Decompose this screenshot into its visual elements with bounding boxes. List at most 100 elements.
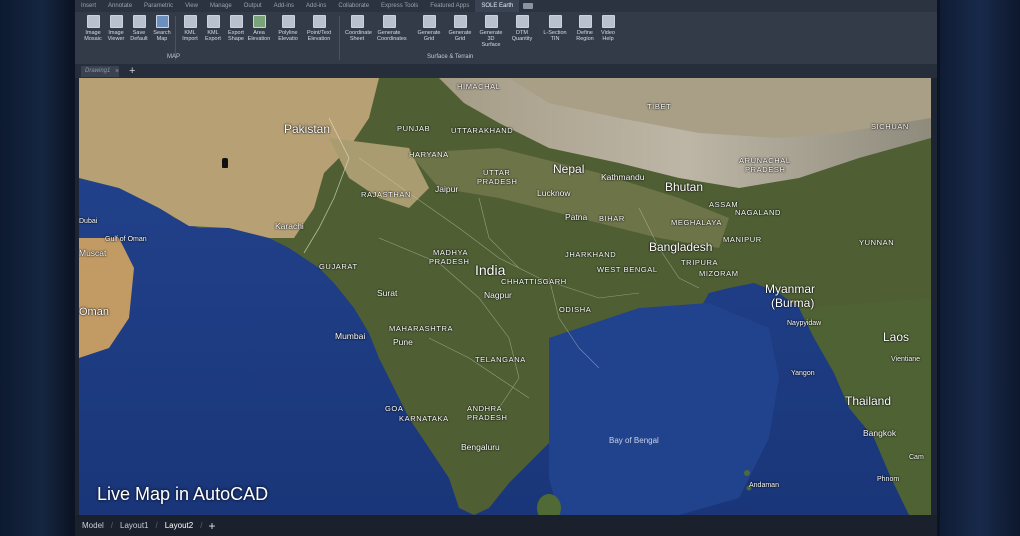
tool-label: Map [156, 36, 168, 42]
live-map-viewport[interactable]: Pakistan India Nepal Bhutan Bangladesh M… [79, 78, 931, 515]
generate-coordinates-button[interactable]: Generate Coordinates [377, 15, 407, 42]
define-region-button[interactable]: Define Region [573, 15, 597, 42]
tool-label: 3D Surface [481, 36, 501, 48]
generate-grid-2-button[interactable]: Generate Grid [448, 15, 472, 42]
kml-export-icon [206, 15, 220, 28]
tab-addins-2[interactable]: Add-ins [300, 0, 332, 12]
label-bihar: BIHAR [599, 214, 625, 223]
label-mizoram: MIZORAM [699, 269, 739, 278]
dtm-icon [515, 15, 529, 28]
label-rajasthan: RAJASTHAN [361, 190, 411, 199]
dtm-quantity-button[interactable]: DTM Quantity [510, 15, 534, 42]
ribbon-tab-bar: Insert Annotate Parametric View Manage O… [75, 0, 937, 12]
tool-label: Viewer [107, 36, 125, 42]
coordinate-sheet-button[interactable]: Coordinate Sheet [345, 15, 372, 42]
label-chhattisgarh: CHHATTISGARH [501, 277, 567, 286]
image-icon [109, 15, 123, 28]
polyline-icon [281, 15, 295, 28]
tab-parametric[interactable]: Parametric [138, 0, 179, 12]
search-map-button[interactable]: Search Map [150, 15, 174, 42]
close-icon[interactable]: × [115, 66, 119, 77]
point-icon [312, 15, 326, 28]
tab-collaborate[interactable]: Collaborate [332, 0, 375, 12]
label-bhutan: Bhutan [665, 180, 704, 194]
label-sichuan: SICHUAN [871, 122, 909, 131]
drawing-tab[interactable]: Drawing1 [81, 66, 119, 77]
surface-icon [484, 15, 498, 28]
video-caption: Live Map in AutoCAD [97, 484, 269, 504]
ribbon-separator [339, 16, 340, 60]
label-tripura: TRIPURA [681, 258, 719, 267]
label-patna: Patna [565, 212, 588, 222]
add-layout-button[interactable]: + [202, 519, 221, 533]
tab-addins-1[interactable]: Add-ins [268, 0, 300, 12]
new-drawing-button[interactable]: + [129, 64, 135, 78]
label-yunnan: YUNNAN [859, 238, 895, 247]
l-section-tin-button[interactable]: L-Section TIN [543, 15, 567, 42]
autocad-window: Insert Annotate Parametric View Manage O… [75, 0, 937, 536]
area-icon [252, 15, 266, 28]
label-karnataka: KARNATAKA [399, 414, 449, 423]
label-nepal: Nepal [553, 162, 585, 176]
label-burma: (Burma) [771, 296, 815, 310]
label-haryana: HARYANA [409, 150, 449, 159]
tab-output[interactable]: Output [238, 0, 268, 12]
tool-label: Grid [454, 36, 466, 42]
tab-layout1[interactable]: Layout1 [113, 521, 155, 530]
label-surat: Surat [377, 288, 398, 298]
label-andhra: ANDHRA [467, 404, 503, 413]
tab-manage[interactable]: Manage [204, 0, 238, 12]
tab-model[interactable]: Model [75, 521, 111, 530]
label-assam: ASSAM [709, 200, 739, 209]
surface-terrain-group-label: Surface & Terrain [427, 54, 474, 60]
tab-featured-apps[interactable]: Featured Apps [424, 0, 475, 12]
image-viewer-button[interactable]: Image Viewer [104, 15, 128, 42]
export-shape-button[interactable]: Export Shape [224, 15, 248, 42]
label-bengaluru: Bengaluru [461, 442, 500, 452]
tab-insert[interactable]: Insert [75, 0, 102, 12]
image-icon [86, 15, 100, 28]
area-elevation-button[interactable]: Area Elevation [247, 15, 271, 42]
save-default-button[interactable]: Save Default [127, 15, 151, 42]
video-help-button[interactable]: Video Help [596, 15, 620, 42]
label-goa: GOA [385, 404, 404, 413]
image-mosaic-button[interactable]: Image Mosaic [81, 15, 105, 42]
label-punjab: PUNJAB [397, 124, 431, 133]
label-madhya: MADHYA [433, 248, 469, 257]
label-vientiane: Vientiane [891, 356, 921, 363]
ribbon-options-icon[interactable] [523, 3, 534, 9]
label-myanmar: Myanmar [765, 282, 816, 296]
label-thailand: Thailand [845, 394, 892, 408]
generate-grid-button[interactable]: Generate Grid [417, 15, 441, 42]
label-yangon: Yangon [791, 370, 815, 377]
label-pune: Pune [393, 337, 413, 347]
label-odisha: ODISHA [559, 305, 592, 314]
tab-express-tools[interactable]: Express Tools [375, 0, 424, 12]
tab-view[interactable]: View [179, 0, 204, 12]
label-muscat: Muscat [79, 248, 107, 258]
ribbon-panel: Image Mosaic Image Viewer Save Default Sear… [75, 12, 937, 64]
point-text-elevation-button[interactable]: Point/Text Elevation [307, 15, 331, 42]
polyline-elevation-button[interactable]: Polyline Elevatio [276, 15, 300, 42]
tool-label: Shape [228, 36, 244, 42]
label-kathmandu: Kathmandu [601, 172, 645, 182]
monitor-bezel-left [0, 0, 70, 536]
label-andaman: Andaman [749, 482, 779, 489]
label-uttarakhand: UTTARAKHAND [451, 126, 514, 135]
label-india: India [475, 262, 506, 278]
tab-layout2[interactable]: Layout2 [158, 521, 200, 530]
label-dubai: Dubai [79, 218, 98, 225]
label-phnom-penh: Phnom [877, 476, 900, 483]
grid-icon [453, 15, 467, 28]
drawing-tab-bar: Drawing1 × + [75, 64, 937, 78]
tab-annotate[interactable]: Annotate [102, 0, 138, 12]
label-cam: Cam [909, 454, 924, 461]
tab-sole-earth[interactable]: SOLE Earth [475, 0, 520, 12]
label-manipur: MANIPUR [723, 235, 762, 244]
kml-import-button[interactable]: KML Import [178, 15, 202, 42]
kml-import-icon [183, 15, 197, 28]
generate-3d-surface-button[interactable]: Generate 3D Surface [479, 15, 503, 48]
label-telangana: TELANGANA [475, 355, 526, 364]
kml-export-button[interactable]: KML Export [201, 15, 225, 42]
sheet-icon [350, 15, 364, 28]
